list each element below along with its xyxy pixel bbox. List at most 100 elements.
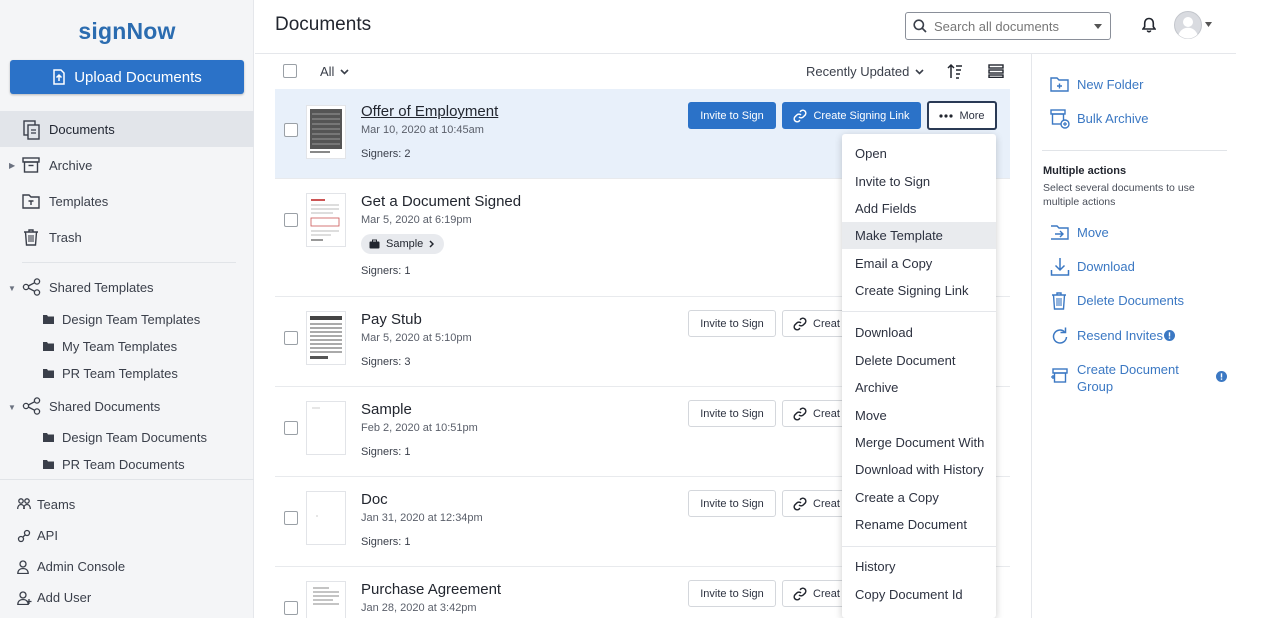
row-checkbox[interactable] (284, 511, 298, 525)
sidebar-item-api[interactable]: API (0, 522, 254, 550)
sidebar-item-shared-templates[interactable]: Shared Templates (0, 269, 254, 305)
filter-label: All (320, 64, 335, 79)
select-all-checkbox[interactable] (283, 64, 297, 78)
resend-invites-button[interactable]: Resend Invites (1032, 323, 1237, 349)
sidebar-folder-pr-team-documents[interactable]: PR Team Documents (0, 452, 254, 478)
document-signers: Signers: 3 (361, 356, 411, 368)
sidebar-item-trash[interactable]: Trash (0, 219, 254, 255)
view-toggle-icon[interactable] (988, 64, 1004, 78)
invite-to-sign-button[interactable]: Invite to Sign (688, 310, 776, 337)
button-label: Invite to Sign (700, 587, 764, 600)
sidebar-item-label: Templates (49, 193, 109, 209)
new-folder-icon (1050, 75, 1070, 93)
menu-item-copy-document-id[interactable]: Copy Document Id (842, 581, 996, 608)
bulk-move-button[interactable]: Move (1032, 220, 1237, 246)
share-icon (22, 397, 42, 415)
info-icon[interactable] (1216, 371, 1227, 382)
api-icon (17, 529, 31, 543)
row-checkbox[interactable] (284, 331, 298, 345)
sidebar-item-label: API (37, 528, 58, 543)
row-checkbox[interactable] (284, 601, 298, 615)
sidebar-item-shared-documents[interactable]: Shared Documents (0, 388, 254, 424)
menu-item-history[interactable]: History (842, 553, 996, 580)
document-name[interactable]: Doc (361, 491, 388, 508)
document-thumbnail[interactable] (306, 105, 346, 159)
folder-label: PR Team Templates (62, 366, 178, 381)
menu-item-download-with-history[interactable]: Download with History (842, 456, 996, 483)
folder-label: Design Team Documents (62, 430, 207, 445)
menu-item-delete-document[interactable]: Delete Document (842, 347, 996, 374)
row-checkbox[interactable] (284, 123, 298, 137)
sidebar-item-templates[interactable]: Templates (0, 183, 254, 219)
menu-item-merge-document-with[interactable]: Merge Document With (842, 429, 996, 456)
document-name[interactable]: Get a Document Signed (361, 193, 521, 210)
menu-item-archive[interactable]: Archive (842, 374, 996, 401)
menu-item-create-signing-link[interactable]: Create Signing Link (842, 277, 996, 304)
sidebar-item-documents[interactable]: Documents (0, 111, 254, 147)
bulk-archive-button[interactable]: Bulk Archive (1032, 106, 1237, 132)
sidebar-folder-design-team-templates[interactable]: Design Team Templates (0, 307, 254, 333)
ellipsis-icon (939, 113, 954, 118)
invite-to-sign-button[interactable]: Invite to Sign (688, 490, 776, 517)
sidebar-folder-my-team-templates[interactable]: My Team Templates (0, 334, 254, 360)
sample-tag[interactable]: Sample (361, 234, 445, 254)
action-label: Download (1077, 259, 1135, 274)
bulk-archive-icon (1050, 109, 1070, 129)
menu-item-create-a-copy[interactable]: Create a Copy (842, 484, 996, 511)
document-signers: Signers: 1 (361, 536, 411, 548)
app-logo[interactable]: signNow (0, 18, 254, 45)
right-actions-panel: New Folder Bulk Archive Multiple actions… (1031, 54, 1236, 618)
menu-item-move[interactable]: Move (842, 402, 996, 429)
bell-icon[interactable] (1142, 17, 1156, 33)
document-thumbnail[interactable] (306, 491, 346, 545)
menu-item-add-fields[interactable]: Add Fields (842, 195, 996, 222)
invite-to-sign-button[interactable]: Invite to Sign (688, 102, 776, 129)
document-name[interactable]: Offer of Employment (361, 103, 498, 120)
sidebar-item-add-user[interactable]: Add User (0, 584, 254, 612)
new-folder-button[interactable]: New Folder (1032, 72, 1237, 98)
button-label: Invite to Sign (700, 109, 764, 122)
menu-item-open[interactable]: Open (842, 140, 996, 167)
bulk-delete-button[interactable]: Delete Documents (1032, 288, 1237, 314)
filter-dropdown[interactable]: All (320, 64, 350, 79)
menu-item-invite-to-sign[interactable]: Invite to Sign (842, 168, 996, 195)
document-name[interactable]: Purchase Agreement (361, 581, 501, 598)
search-dropdown-icon[interactable] (1094, 24, 1102, 29)
menu-item-rename-document[interactable]: Rename Document (842, 511, 996, 538)
search-field[interactable] (905, 12, 1111, 40)
sidebar-divider (0, 479, 254, 480)
menu-item-download[interactable]: Download (842, 319, 996, 346)
document-thumbnail[interactable] (306, 193, 346, 247)
avatar-menu-chevron-icon[interactable] (1205, 22, 1212, 27)
document-thumbnail[interactable] (306, 581, 346, 618)
sidebar-item-admin-console[interactable]: Admin Console (0, 553, 254, 581)
sidebar-item-archive[interactable]: Archive (0, 147, 254, 183)
document-name[interactable]: Pay Stub (361, 311, 422, 328)
menu-item-email-a-copy[interactable]: Email a Copy (842, 250, 996, 277)
sort-order-icon[interactable] (947, 63, 963, 79)
sidebar-folder-design-team-documents[interactable]: Design Team Documents (0, 425, 254, 451)
document-thumbnail[interactable] (306, 311, 346, 365)
invite-to-sign-button[interactable]: Invite to Sign (688, 400, 776, 427)
add-user-icon (17, 591, 33, 605)
bulk-download-button[interactable]: Download (1032, 254, 1237, 280)
document-group-icon (1050, 366, 1070, 386)
row-checkbox[interactable] (284, 421, 298, 435)
link-icon (793, 108, 807, 123)
search-input[interactable] (934, 17, 1084, 35)
sort-dropdown[interactable]: Recently Updated (806, 64, 924, 79)
upload-documents-button[interactable]: Upload Documents (10, 60, 244, 94)
row-checkbox[interactable] (284, 213, 298, 227)
chevron-down-icon (915, 68, 924, 75)
create-signing-link-button[interactable]: Create Signing Link (782, 102, 921, 129)
avatar[interactable] (1174, 11, 1202, 39)
more-button[interactable]: More (927, 101, 997, 130)
invite-to-sign-button[interactable]: Invite to Sign (688, 580, 776, 607)
create-document-group-button[interactable]: Create Document Group (1032, 356, 1237, 396)
document-name[interactable]: Sample (361, 401, 412, 418)
sidebar-item-teams[interactable]: Teams (0, 491, 254, 519)
sidebar-folder-pr-team-templates[interactable]: PR Team Templates (0, 361, 254, 387)
info-icon[interactable] (1164, 330, 1175, 341)
document-thumbnail[interactable] (306, 401, 346, 455)
menu-item-make-template[interactable]: Make Template (842, 222, 996, 249)
